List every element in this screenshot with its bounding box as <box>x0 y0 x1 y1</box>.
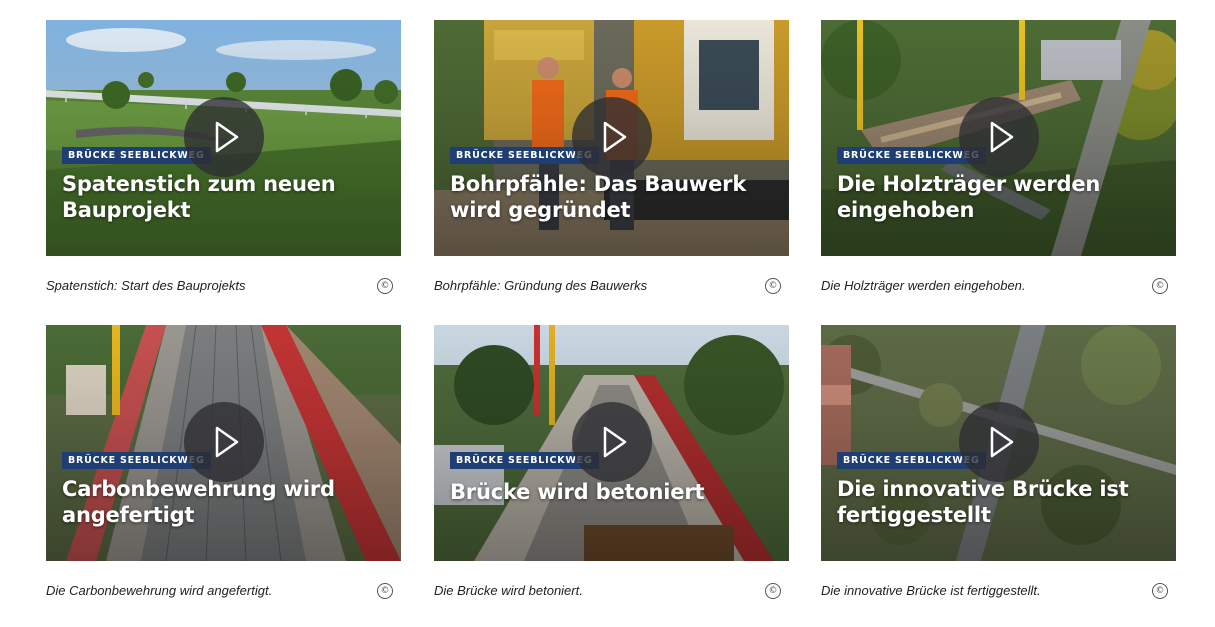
play-icon <box>990 121 1014 153</box>
video-gallery: BRÜCKE SEEBLICKWEG Spatenstich zum neuen… <box>0 0 1215 627</box>
video-thumbnail[interactable]: BRÜCKE SEEBLICKWEG Die innovative Brücke… <box>821 325 1176 561</box>
play-button[interactable] <box>184 97 264 177</box>
copyright-icon[interactable]: © <box>1152 583 1168 599</box>
video-title: Bohrpfähle: Das Bauwerk wird gegründet <box>450 172 747 222</box>
play-button[interactable] <box>959 97 1039 177</box>
video-thumbnail[interactable]: BRÜCKE SEEBLICKWEG Spatenstich zum neuen… <box>46 20 401 256</box>
copyright-icon[interactable]: © <box>765 278 781 294</box>
video-title: Die Holzträger werden eingehoben <box>837 172 1101 222</box>
video-title: Carbonbewehrung wird angefertigt <box>62 477 335 527</box>
video-caption: Die Brücke wird betoniert. <box>434 583 583 598</box>
video-thumbnail[interactable]: BRÜCKE SEEBLICKWEG Bohrpfähle: Das Bauwe… <box>434 20 789 256</box>
copyright-icon[interactable]: © <box>377 278 393 294</box>
video-thumbnail[interactable]: BRÜCKE SEEBLICKWEG Carbonbewehrung wird … <box>46 325 401 561</box>
video-title: Die innovative Brücke ist fertiggestellt <box>837 477 1129 527</box>
video-title: Brücke wird betoniert <box>450 480 705 504</box>
play-button[interactable] <box>572 97 652 177</box>
video-caption: Spatenstich: Start des Bauprojekts <box>46 278 246 293</box>
copyright-icon[interactable]: © <box>1152 278 1168 294</box>
play-button[interactable] <box>959 402 1039 482</box>
video-thumbnail[interactable]: BRÜCKE SEEBLICKWEG Die Holzträger werden… <box>821 20 1176 256</box>
copyright-icon[interactable]: © <box>765 583 781 599</box>
play-icon <box>990 426 1014 458</box>
play-button[interactable] <box>572 402 652 482</box>
video-title: Spatenstich zum neuen Bauprojekt <box>62 172 336 222</box>
video-caption: Die Carbonbewehrung wird angefertigt. <box>46 583 273 598</box>
video-caption: Die Holzträger werden eingehoben. <box>821 278 1026 293</box>
play-icon <box>215 426 239 458</box>
play-icon <box>603 426 627 458</box>
video-caption: Die innovative Brücke ist fertiggestellt… <box>821 583 1041 598</box>
play-icon <box>603 121 627 153</box>
play-icon <box>215 121 239 153</box>
video-thumbnail[interactable]: BRÜCKE SEEBLICKWEG Brücke wird betoniert <box>434 325 789 561</box>
copyright-icon[interactable]: © <box>377 583 393 599</box>
video-caption: Bohrpfähle: Gründung des Bauwerks <box>434 278 648 293</box>
play-button[interactable] <box>184 402 264 482</box>
